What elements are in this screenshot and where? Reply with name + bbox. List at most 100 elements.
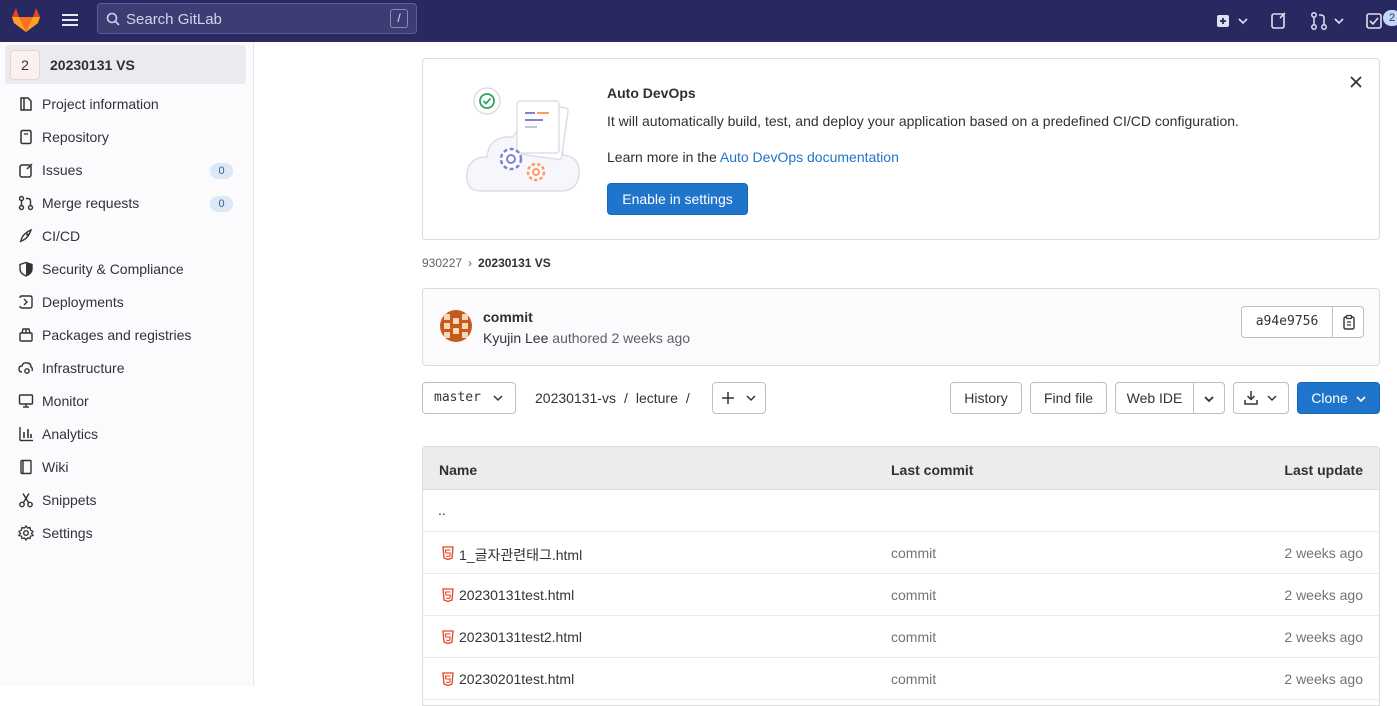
file-name-link[interactable]: 20230131test.html — [459, 587, 574, 603]
search-icon — [106, 12, 120, 26]
info-icon — [20, 97, 32, 111]
web-ide-dropdown[interactable] — [1193, 382, 1225, 414]
scissors-icon — [19, 493, 33, 508]
find-file-button[interactable]: Find file — [1030, 382, 1107, 414]
chevron-down-icon — [1356, 396, 1366, 403]
sidebar-item-label: Security & Compliance — [42, 261, 184, 277]
sidebar-item-infrastructure[interactable]: Infrastructure — [0, 352, 253, 385]
package-icon — [19, 328, 33, 342]
sidebar-item-label: Merge requests — [42, 195, 140, 211]
sidebar-item-issues[interactable]: Issues 0 — [0, 154, 253, 187]
file-name-link[interactable]: 20230201test.html — [459, 671, 574, 687]
avatar[interactable] — [440, 310, 472, 342]
path-segment-folder[interactable]: lecture — [636, 390, 678, 406]
create-new-icon[interactable] — [1216, 10, 1248, 32]
sidebar-item-monitor[interactable]: Monitor — [0, 385, 253, 418]
book-icon — [20, 459, 32, 475]
commit-authored-text: authored 2 weeks ago — [552, 330, 691, 346]
history-button[interactable]: History — [950, 382, 1022, 414]
sidebar-item-label: Analytics — [42, 426, 99, 442]
sidebar-item-analytics[interactable]: Analytics — [0, 418, 253, 451]
search-input[interactable]: Search GitLab / — [97, 3, 417, 34]
sidebar-item-project-information[interactable]: Project information — [0, 88, 253, 121]
parent-directory-link[interactable]: .. — [438, 502, 446, 518]
todos-count-badge: 2 — [1383, 10, 1397, 26]
file-updated: 2 weeks ago — [1284, 587, 1363, 603]
top-bar: Search GitLab / 2 — [0, 0, 1397, 42]
file-commit-link[interactable]: commit — [891, 587, 936, 603]
issues-icon — [19, 163, 33, 178]
sidebar-item-label: CI/CD — [42, 228, 81, 244]
web-ide-button[interactable]: Web IDE — [1115, 382, 1194, 414]
sidebar-item-label: Wiki — [42, 459, 69, 475]
path-segment-project[interactable]: 20230131-vs — [535, 390, 616, 406]
project-header[interactable]: 2 20230131 VS — [5, 45, 246, 84]
add-to-tree-dropdown[interactable] — [712, 382, 766, 414]
file-updated: 2 weeks ago — [1284, 629, 1363, 645]
sidebar-item-wiki[interactable]: Wiki — [0, 451, 253, 484]
issues-top-icon[interactable] — [1270, 10, 1288, 32]
commit-message[interactable]: commit — [483, 309, 533, 325]
file-name-link[interactable]: 1_글자관련태그.html — [459, 545, 582, 565]
table-row[interactable]: 1_글자관련태그.html commit 2 weeks ago — [423, 532, 1379, 574]
table-row[interactable]: 20230201test.html commit 2 weeks ago — [423, 658, 1379, 700]
download-dropdown[interactable] — [1233, 382, 1289, 414]
html-file-icon — [442, 546, 454, 560]
sidebar-item-merge-requests[interactable]: Merge requests 0 — [0, 187, 253, 220]
last-commit-panel: commit Kyujin Lee authored 2 weeks ago a… — [422, 288, 1380, 366]
file-updated: 2 weeks ago — [1284, 545, 1363, 561]
sidebar-item-security-compliance[interactable]: Security & Compliance — [0, 253, 253, 286]
enable-in-settings-button[interactable]: Enable in settings — [607, 183, 748, 215]
file-name-link[interactable]: 20230131test2.html — [459, 629, 582, 645]
sidebar: 2 20230131 VS Project information Reposi… — [0, 42, 254, 686]
auto-devops-docs-link[interactable]: Auto DevOps documentation — [720, 149, 899, 165]
clone-button[interactable]: Clone — [1297, 382, 1380, 414]
sidebar-item-label: Packages and registries — [42, 327, 192, 343]
project-name: 20230131 VS — [50, 57, 135, 73]
commit-author[interactable]: Kyujin Lee — [483, 330, 548, 346]
sidebar-item-settings[interactable]: Settings — [0, 517, 253, 550]
header-name: Name — [439, 462, 478, 478]
sidebar-item-label: Issues — [42, 162, 83, 178]
search-placeholder: Search GitLab — [126, 11, 222, 28]
gear-icon — [18, 525, 34, 541]
file-commit-link[interactable]: commit — [891, 671, 936, 687]
sidebar-item-packages-registries[interactable]: Packages and registries — [0, 319, 253, 352]
close-icon[interactable] — [1349, 75, 1363, 89]
sidebar-item-deployments[interactable]: Deployments — [0, 286, 253, 319]
clone-label: Clone — [1311, 390, 1348, 406]
sidebar-item-repository[interactable]: Repository — [0, 121, 253, 154]
parent-directory-row[interactable]: .. — [423, 490, 1379, 532]
sidebar-item-label: Project information — [42, 96, 159, 112]
html-file-icon — [442, 630, 454, 644]
gitlab-logo-icon[interactable] — [11, 6, 41, 34]
download-icon — [1244, 391, 1277, 405]
banner-title: Auto DevOps — [607, 85, 696, 101]
branch-dropdown[interactable]: master — [422, 382, 516, 414]
copy-sha-button[interactable] — [1332, 306, 1364, 338]
copy-icon — [1343, 314, 1355, 330]
breadcrumb-current[interactable]: 20230131 VS — [478, 256, 551, 270]
learn-more-text: Learn more in the — [607, 149, 720, 165]
table-row[interactable]: 20230131test.html commit 2 weeks ago — [423, 574, 1379, 616]
path-separator: / — [685, 390, 690, 406]
menu-icon[interactable] — [60, 11, 82, 31]
path-separator: / — [623, 390, 628, 406]
auto-devops-illustration-icon — [466, 87, 580, 192]
file-commit-link[interactable]: commit — [891, 629, 936, 645]
search-shortcut-badge: / — [390, 9, 408, 28]
merge-requests-top-icon[interactable] — [1310, 10, 1344, 32]
commit-sha[interactable]: a94e9756 — [1241, 306, 1333, 338]
plus-icon — [722, 392, 756, 404]
breadcrumb: 930227 › 20230131 VS — [422, 256, 551, 270]
issues-count-badge: 0 — [210, 163, 233, 179]
file-commit-link[interactable]: commit — [891, 545, 936, 561]
sidebar-item-snippets[interactable]: Snippets — [0, 484, 253, 517]
table-row[interactable]: 20230131test2.html commit 2 weeks ago — [423, 616, 1379, 658]
banner-learn-more: Learn more in the Auto DevOps documentat… — [607, 149, 899, 165]
breadcrumb-parent[interactable]: 930227 — [422, 256, 462, 270]
merge-request-icon — [18, 195, 34, 211]
file-updated: 2 weeks ago — [1284, 671, 1363, 687]
sidebar-item-ci-cd[interactable]: CI/CD — [0, 220, 253, 253]
sidebar-item-label: Settings — [42, 525, 93, 541]
